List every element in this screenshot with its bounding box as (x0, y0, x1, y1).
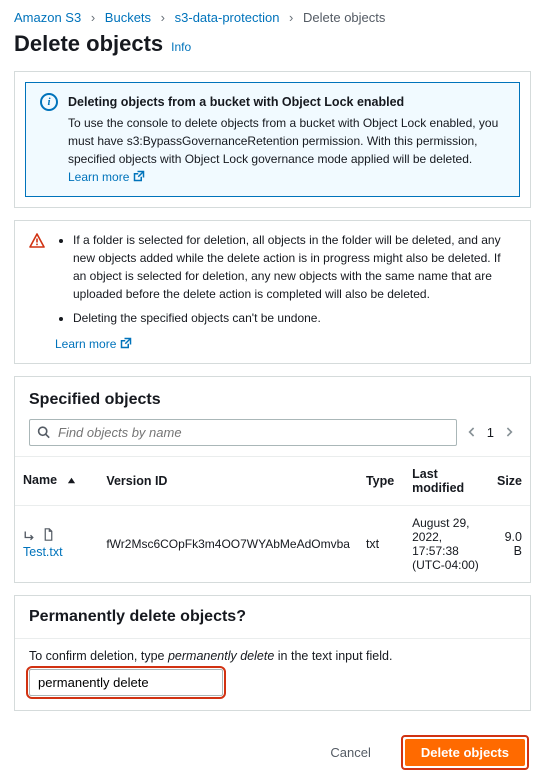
external-link-icon (133, 169, 145, 181)
info-link[interactable]: Info (171, 40, 191, 54)
breadcrumb-current: Delete objects (303, 10, 385, 25)
breadcrumb-link[interactable]: Buckets (105, 10, 151, 25)
object-name-link[interactable]: Test.txt (23, 545, 63, 559)
info-alert: i Deleting objects from a bucket with Ob… (25, 82, 520, 197)
panel-warning: If a folder is selected for deletion, al… (14, 220, 531, 364)
warning-bullet: Deleting the specified objects can't be … (73, 309, 516, 327)
confirm-input[interactable] (29, 669, 223, 696)
return-icon (23, 530, 37, 545)
sort-asc-icon (67, 474, 76, 488)
page-title: Delete objects Info (14, 31, 531, 57)
search-input-wrap (29, 419, 457, 446)
col-size[interactable]: Size (488, 456, 530, 505)
external-link-icon (120, 336, 132, 348)
warning-icon (29, 233, 45, 249)
table-row: Test.txt fWr2Msc6COpFk3m4OO7WYAbMeAdOmvb… (15, 505, 530, 582)
alert-body: To use the console to delete objects fro… (68, 116, 498, 166)
col-type[interactable]: Type (358, 456, 404, 505)
learn-more-link[interactable]: Learn more (55, 337, 132, 351)
confirm-instruction: To confirm deletion, type permanently de… (29, 649, 516, 663)
learn-more-link[interactable]: Learn more (68, 170, 145, 184)
cell-modified: August 29, 2022, 17:57:38 (UTC-04:00) (404, 505, 488, 582)
chevron-right-icon: › (91, 10, 95, 25)
info-icon: i (40, 93, 58, 111)
warning-bullet: If a folder is selected for deletion, al… (73, 231, 516, 303)
chevron-right-icon: › (161, 10, 165, 25)
col-version[interactable]: Version ID (98, 456, 358, 505)
panel-specified-objects: Specified objects 1 N (14, 376, 531, 583)
page-number: 1 (487, 425, 494, 440)
footer: Cancel Delete objects (14, 723, 531, 770)
section-title: Permanently delete objects? (29, 608, 516, 626)
cell-type: txt (358, 505, 404, 582)
objects-table: Name Version ID Type Last modified Size (15, 456, 530, 582)
col-name[interactable]: Name (23, 473, 57, 487)
pager: 1 (465, 422, 516, 442)
chevron-right-icon: › (289, 10, 293, 25)
breadcrumb-link[interactable]: s3-data-protection (175, 10, 280, 25)
cell-version: fWr2Msc6COpFk3m4OO7WYAbMeAdOmvba (98, 505, 358, 582)
cell-size: 9.0 B (488, 505, 530, 582)
file-icon (42, 528, 56, 544)
cancel-button[interactable]: Cancel (314, 739, 386, 766)
panel-object-lock: i Deleting objects from a bucket with Ob… (14, 71, 531, 208)
panel-confirm: Permanently delete objects? To confirm d… (14, 595, 531, 711)
section-title: Specified objects (29, 391, 516, 409)
breadcrumb-link[interactable]: Amazon S3 (14, 10, 81, 25)
col-modified[interactable]: Last modified (404, 456, 488, 505)
delete-objects-button[interactable]: Delete objects (405, 739, 525, 766)
delete-highlight: Delete objects (401, 735, 529, 770)
prev-page-button[interactable] (465, 422, 479, 442)
alert-title: Deleting objects from a bucket with Obje… (68, 93, 505, 112)
next-page-button[interactable] (502, 422, 516, 442)
search-input[interactable] (29, 419, 457, 446)
search-icon (37, 426, 50, 439)
breadcrumb: Amazon S3 › Buckets › s3-data-protection… (14, 10, 531, 25)
confirm-highlight (29, 669, 223, 696)
